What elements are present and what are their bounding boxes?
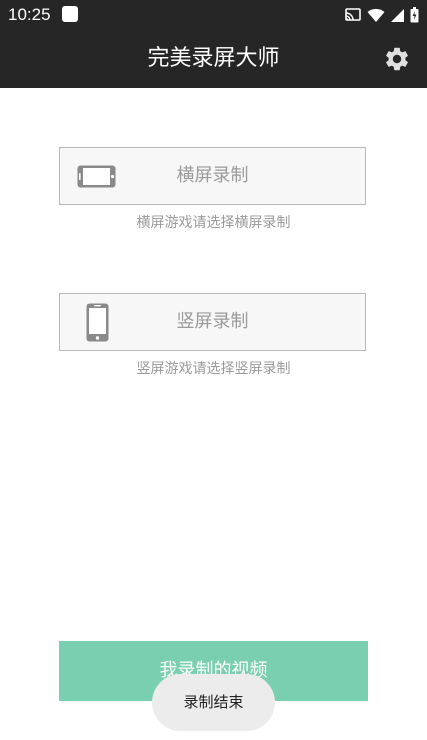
landscape-hint: 横屏游戏请选择横屏录制 [136,215,291,231]
toast-message: 录制结束 [152,674,275,731]
gear-icon [386,47,408,71]
battery-icon [410,7,419,23]
status-icons [344,5,419,25]
settings-button[interactable] [383,45,411,73]
portrait-hint: 竖屏游戏请选择竖屏录制 [136,361,291,377]
wifi-icon [367,8,385,22]
status-time: 10:25 [8,5,51,24]
portrait-record-button[interactable]: 竖屏录制 [59,293,366,351]
landscape-record-label: 横屏录制 [176,165,249,186]
status-bar: 10:25 [0,0,427,30]
app-bar: 完美录屏大师 [0,30,427,88]
landscape-record-button[interactable]: 横屏录制 [59,147,366,205]
app-notification-icon [62,6,78,22]
portrait-record-label: 竖屏录制 [176,311,249,332]
page-title: 完美录屏大师 [147,46,280,71]
cast-icon [345,8,361,21]
signal-icon [391,8,404,22]
